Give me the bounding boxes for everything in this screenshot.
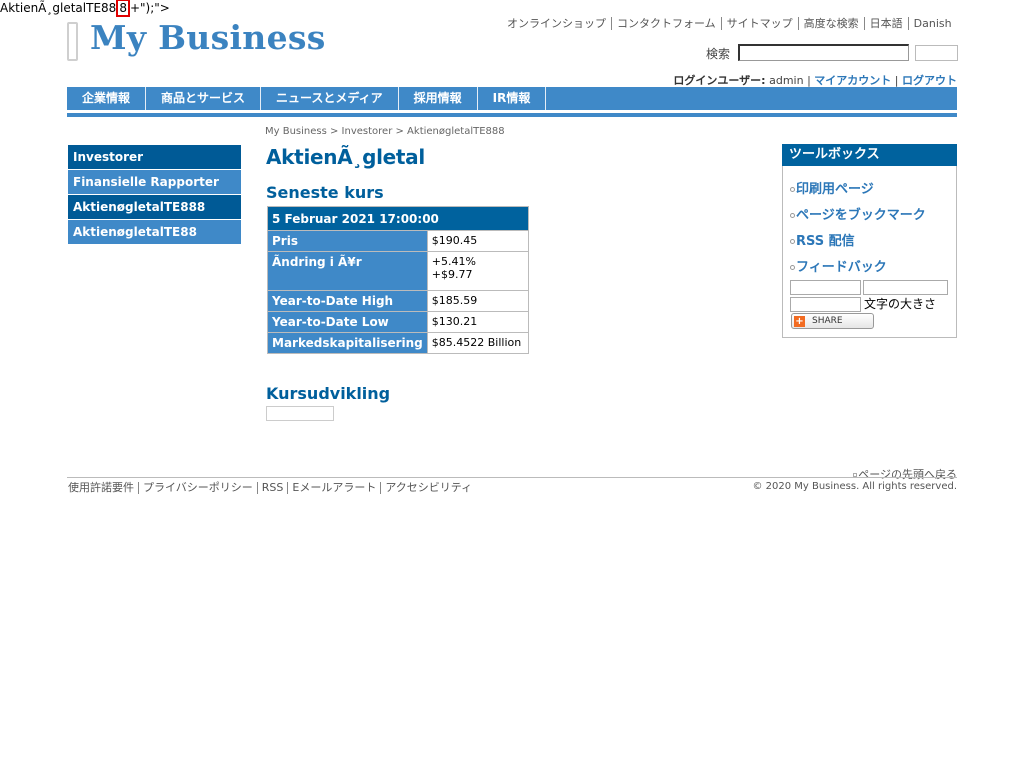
row-label: Markedskapitalisering [267,332,428,354]
toolbox-item-label: 印刷用ページ [796,182,874,197]
share-label: SHARE [812,316,843,326]
toolbox-item-label: ページをブックマーク [796,208,926,223]
toolbox-title: ツールボックス [782,144,957,166]
login-bar: ログインユーザー: admin | マイアカウント | ログアウト [673,72,957,88]
table-row: Ãndring i Ã¥r +5.41% +$9.77 [267,251,529,291]
toolbox-print-link[interactable]: 印刷用ページ [790,178,874,197]
nav-news-media[interactable]: ニュースとメディア [261,87,399,110]
font-size-label: 文字の大きさ [864,297,937,311]
section-heading-price-development: Kursudvikling [266,384,391,403]
util-link-online-shop[interactable]: オンラインショップ [507,17,611,30]
toolbox-item-label: RSS 配信 [796,234,855,249]
nav-products-services[interactable]: 商品とサービス [146,87,262,110]
row-value: $185.59 [426,290,529,312]
site-logo[interactable]: My Business [90,18,326,57]
separator: | [807,74,811,87]
logo-mark [67,22,78,61]
bullet-icon [790,213,795,218]
sidebar-item-investorer[interactable]: Investorer [68,145,241,169]
injected-text: AktienÃ¸gletalTE88 8 +");"> [0,0,170,17]
back-to-top-link[interactable]: ページの先頭へ戻る [853,466,957,482]
row-value: $130.21 [426,311,529,333]
stock-table-date: 5 Februar 2021 17:00:00 [267,206,529,231]
my-account-link[interactable]: マイアカウント [814,74,891,87]
toolbox-field-1[interactable] [790,280,861,295]
search-button[interactable] [915,45,958,61]
stock-table: 5 Februar 2021 17:00:00 Pris $190.45 Ãnd… [267,206,529,354]
page-title: AktienÃ¸gletal [266,145,425,169]
footer-divider [67,477,957,478]
sidebar-item-aktienogletal-te88[interactable]: AktienøgletalTE88 [68,220,241,244]
logout-link[interactable]: ログアウト [902,74,957,87]
copyright: © 2020 My Business. All rights reserved. [752,481,957,492]
toolbox-field-2[interactable] [863,280,948,295]
util-link-japanese[interactable]: 日本語 [863,17,908,30]
toolbox-feedback-link[interactable]: フィードバック [790,256,887,275]
footer-link-rss[interactable]: RSS [256,482,288,494]
left-sidebar-nav: Investorer Finansielle Rapporter Aktienø… [68,145,241,245]
separator: | [894,74,899,87]
bullet-icon [790,187,795,192]
nav-divider [67,113,957,117]
row-value: $85.4522 Billion [426,332,529,354]
util-link-advanced-search[interactable]: 高度な検索 [797,17,864,30]
footer-link-terms[interactable]: 使用許諾要件 [68,482,138,494]
row-label: Year-to-Date Low [267,311,428,333]
nav-ir[interactable]: IR情報 [478,87,547,110]
injected-text-after: +");"> [129,1,170,15]
plus-icon: + [794,315,805,327]
row-label: Year-to-Date High [267,290,428,312]
toolbox-bookmark-link[interactable]: ページをブックマーク [790,204,926,223]
footer-links: 使用許諾要件 プライバシーポリシー RSS Eメールアラート アクセシビリティ [68,482,476,494]
search-label: 検索 [706,47,731,61]
footer-link-accessibility[interactable]: アクセシビリティ [380,482,476,494]
row-label: Pris [267,230,428,252]
util-link-contact-form[interactable]: コンタクトフォーム [611,17,721,30]
utility-links: オンラインショップ コンタクトフォーム サイトマップ 高度な検索 日本語 Dan… [507,17,957,30]
main-nav: 企業情報 商品とサービス ニュースとメディア 採用情報 IR情報 [67,87,957,110]
table-row: Pris $190.45 [267,230,529,252]
breadcrumb: My Business > Investorer > Aktienøgletal… [265,126,505,137]
footer-link-email-alerts[interactable]: Eメールアラート [287,482,380,494]
nav-careers[interactable]: 採用情報 [399,87,478,110]
footer-link-privacy[interactable]: プライバシーポリシー [138,482,257,494]
change-amount: +$9.77 [431,268,473,281]
highlighted-char: 8 [116,0,130,17]
back-to-top-label: ページの先頭へ戻る [858,468,957,481]
login-username: admin [769,74,804,87]
row-value-change: +5.41% +$9.77 [426,251,529,291]
util-link-sitemap[interactable]: サイトマップ [720,17,798,30]
row-value: $190.45 [426,230,529,252]
bullet-icon [790,265,795,270]
toolbox-rss-link[interactable]: RSS 配信 [790,230,855,249]
search-input[interactable] [738,44,909,61]
table-row: Markedskapitalisering $85.4522 Billion [267,332,529,354]
bullet-icon [790,239,795,244]
table-row: Year-to-Date Low $130.21 [267,311,529,333]
change-percent: +5.41% [431,255,476,268]
toolbox-item-label: フィードバック [796,260,887,275]
nav-company-info[interactable]: 企業情報 [67,87,147,110]
sidebar-item-aktienogletal-te888[interactable]: AktienøgletalTE888 [68,195,241,219]
util-link-danish[interactable]: Danish [907,17,957,30]
price-chart-placeholder [266,406,334,421]
login-label: ログインユーザー: [673,74,766,87]
section-heading-latest-price: Seneste kurs [266,183,384,202]
font-size-button[interactable] [790,297,861,312]
table-row: Year-to-Date High $185.59 [267,290,529,312]
share-button[interactable]: + SHARE [791,313,874,329]
row-label: Ãndring i Ã¥r [267,251,428,291]
sidebar-item-finansielle-rapporter[interactable]: Finansielle Rapporter [68,170,241,194]
injected-text-before: AktienÃ¸gletalTE88 [0,1,117,15]
